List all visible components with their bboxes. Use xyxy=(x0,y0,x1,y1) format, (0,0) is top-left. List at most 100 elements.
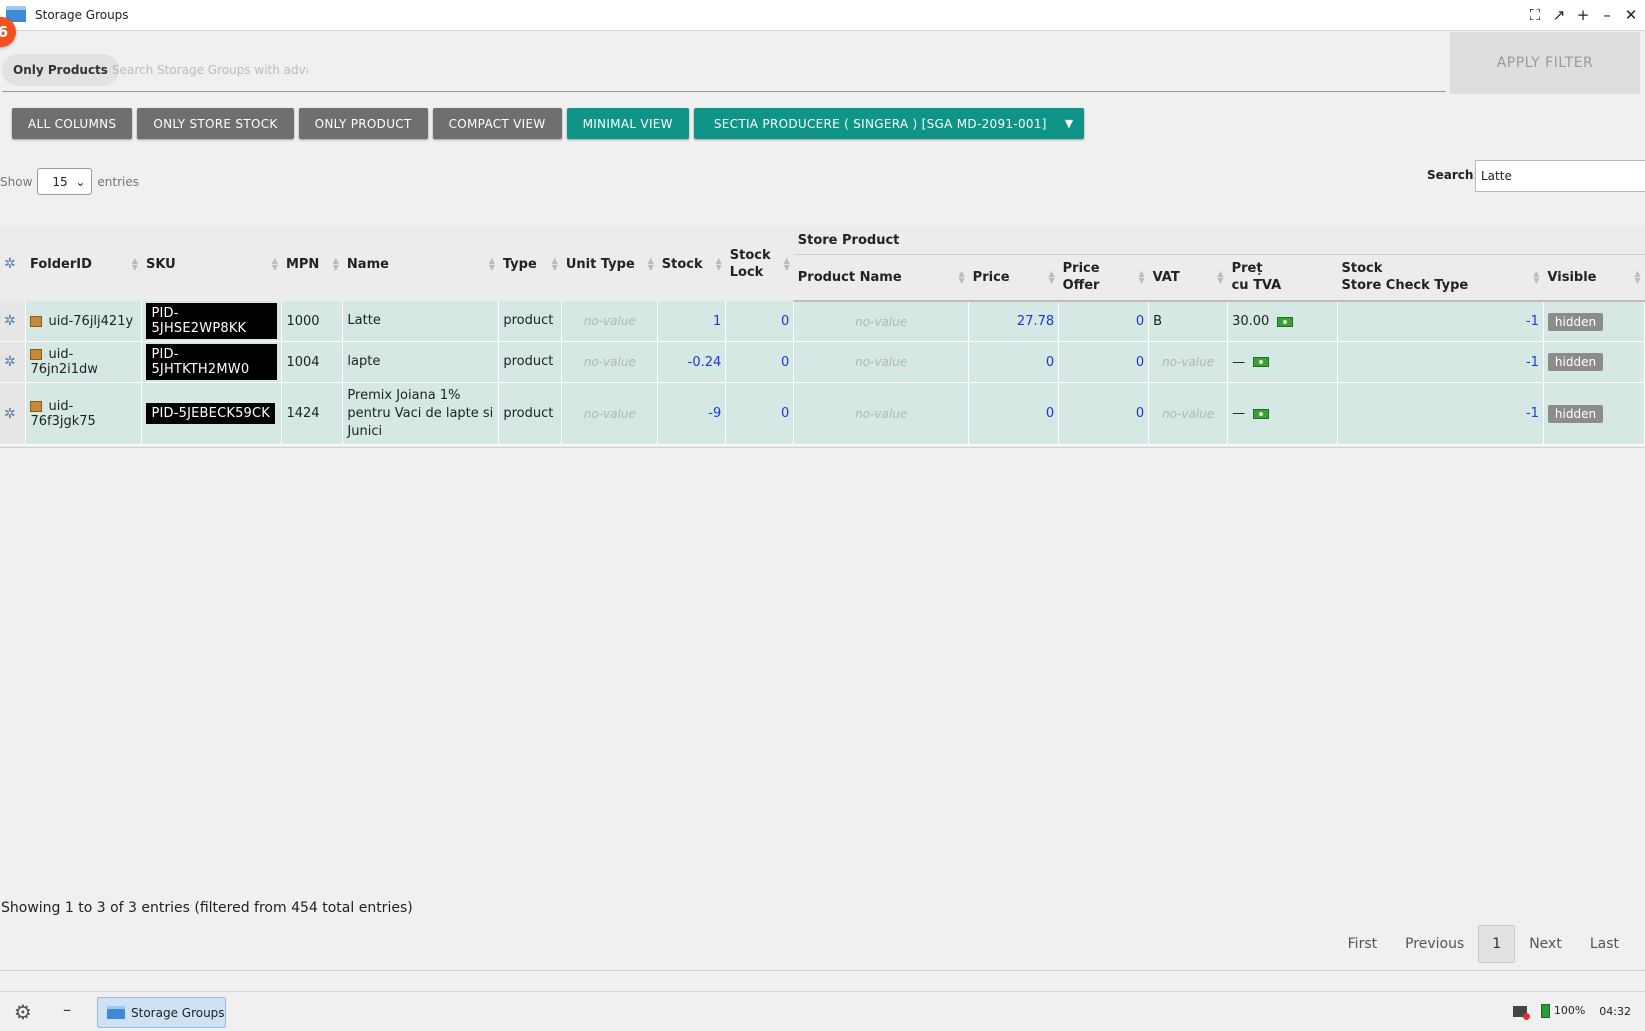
visibility-badge[interactable]: hidden xyxy=(1547,404,1604,423)
battery-icon xyxy=(1540,1004,1550,1018)
stock-cell: 1 xyxy=(657,301,727,342)
type-cell: product xyxy=(498,341,563,383)
battery-status[interactable]: 100% xyxy=(1540,1004,1585,1018)
sort-icon: ▲ ▼ xyxy=(271,256,278,272)
header-product-name[interactable]: Product Name ▲ ▼ xyxy=(793,254,969,302)
popout-icon[interactable]: ↗ xyxy=(1551,4,1567,26)
pret-tva-cell: — xyxy=(1227,382,1339,445)
sort-icon: ▲ ▼ xyxy=(131,256,138,272)
entries-label: entries xyxy=(97,174,139,189)
sku-tag[interactable]: PID-5JHSE2WP8KK xyxy=(146,303,278,339)
table-divider xyxy=(0,447,1645,448)
header-stock-lock[interactable]: Stock Lock ▲ ▼ xyxy=(725,227,794,301)
vat-cell: B xyxy=(1148,301,1229,342)
taskbar: ⚙ – Storage Groups 100% 04:32 xyxy=(0,991,1645,1031)
name-cell: Premix Joiana 1% pentru Vaci de lapte si… xyxy=(342,382,500,445)
package-icon xyxy=(30,315,43,327)
minimal-view-button[interactable]: MINIMAL VIEW xyxy=(566,108,689,139)
sku-tag[interactable]: PID-5JEBECK59CK xyxy=(146,403,276,424)
visibility-badge[interactable]: hidden xyxy=(1547,312,1604,331)
taskbar-item-storage-groups[interactable]: Storage Groups xyxy=(97,997,226,1028)
table-row[interactable]: ✲ uid-76jn2i1dw PID-5JHTKTH2MW0 1004 lap… xyxy=(0,341,1645,383)
sku-cell: PID-5JHSE2WP8KK xyxy=(141,301,283,342)
sku-cell: PID-5JHTKTH2MW0 xyxy=(141,341,283,383)
entries-select[interactable]: 15 ⌄ xyxy=(37,168,93,195)
compact-view-button[interactable]: COMPACT VIEW xyxy=(432,108,562,139)
stock-cell: -0.24 xyxy=(657,341,727,383)
chevron-down-icon: ▼ xyxy=(1064,117,1074,130)
page-last[interactable]: Last xyxy=(1576,925,1633,963)
mpn-cell: 1424 xyxy=(281,382,344,445)
minimize-icon[interactable]: – xyxy=(1599,4,1615,26)
filter-bar: Only Products APPLY FILTER xyxy=(0,31,1645,94)
table-row[interactable]: ✲ uid-76f3jgk75 PID-5JEBECK59CK 1424 Pre… xyxy=(0,382,1645,445)
page-next[interactable]: Next xyxy=(1515,925,1576,963)
store-check-cell: -1 xyxy=(1337,341,1544,383)
fullscreen-icon[interactable]: ⛶ xyxy=(1527,4,1543,26)
show-entries: Show 15 ⌄ entries xyxy=(0,168,139,195)
folder-cell: uid-76f3jgk75 xyxy=(25,382,143,445)
header-stock[interactable]: Stock ▲ ▼ xyxy=(657,227,726,301)
row-settings[interactable]: ✲ xyxy=(0,382,27,445)
plus-icon[interactable]: + xyxy=(1575,4,1591,26)
chevron-down-icon: ⌄ xyxy=(75,174,86,189)
header-price-offer[interactable]: Price Offer ▲ ▼ xyxy=(1058,254,1149,302)
sort-icon: ▲ ▼ xyxy=(647,256,654,272)
table-info: Showing 1 to 3 of 3 entries (filtered fr… xyxy=(1,900,413,916)
gear-icon: ✲ xyxy=(4,255,16,272)
header-vat[interactable]: VAT ▲ ▼ xyxy=(1148,254,1228,302)
table-row[interactable]: ✲ uid-76jlj421y PID-5JHSE2WP8KK 1000 Lat… xyxy=(0,301,1645,342)
header-price[interactable]: Price ▲ ▼ xyxy=(968,254,1059,302)
page-current[interactable]: 1 xyxy=(1478,925,1516,963)
header-settings[interactable]: ✲ xyxy=(0,227,26,301)
row-settings[interactable]: ✲ xyxy=(0,301,27,342)
price-offer-cell: 0 xyxy=(1058,301,1150,342)
store-select-button[interactable]: SECTIA PRODUCERE ( SINGERA ) [SGA MD-209… xyxy=(693,108,1084,139)
folder-cell: uid-76jlj421y xyxy=(25,301,143,342)
sku-cell: PID-5JEBECK59CK xyxy=(141,382,283,445)
stock-lock-cell: 0 xyxy=(725,341,795,383)
entries-value: 15 xyxy=(52,174,68,189)
cash-icon xyxy=(1253,408,1270,419)
page-first[interactable]: First xyxy=(1334,925,1391,963)
only-products-chip[interactable]: Only Products xyxy=(2,54,119,86)
footer-divider xyxy=(0,970,1645,971)
name-cell: Latte xyxy=(342,301,500,342)
only-store-stock-button[interactable]: ONLY STORE STOCK xyxy=(137,108,294,139)
title-bar: Storage Groups ⛶ ↗ + – ✕ xyxy=(0,0,1645,31)
sort-icon: ▲ ▼ xyxy=(1634,269,1641,286)
sort-icon: ▲ ▼ xyxy=(551,256,558,272)
header-sku[interactable]: SKU ▲ ▼ xyxy=(141,227,282,301)
advanced-search-input[interactable] xyxy=(110,56,310,84)
header-mpn[interactable]: MPN ▲ ▼ xyxy=(281,227,343,301)
sku-tag[interactable]: PID-5JHTKTH2MW0 xyxy=(146,344,278,380)
folder-cell: uid-76jn2i1dw xyxy=(25,341,143,383)
search-input[interactable] xyxy=(1475,160,1645,192)
header-type[interactable]: Type ▲ ▼ xyxy=(498,227,562,301)
sort-icon: ▲ ▼ xyxy=(1533,269,1540,286)
minimize-all-icon[interactable]: – xyxy=(63,1000,71,1019)
storage-groups-table: ✲ FolderID ▲ ▼ SKU ▲ ▼ MPN ▲ ▼ Name ▲ ▼ Type ▲ ▼ U… xyxy=(0,227,1645,445)
header-store-check-type[interactable]: Stock Store Check Type ▲ ▼ xyxy=(1337,254,1544,302)
pret-tva-cell: — xyxy=(1227,341,1339,383)
pagination: First Previous 1 Next Last xyxy=(1334,925,1633,963)
header-folderid[interactable]: FolderID ▲ ▼ xyxy=(25,227,142,301)
header-name[interactable]: Name ▲ ▼ xyxy=(342,227,499,301)
all-columns-button[interactable]: ALL COLUMNS xyxy=(12,108,133,139)
apply-filter-button[interactable]: APPLY FILTER xyxy=(1450,32,1640,94)
only-product-button[interactable]: ONLY PRODUCT xyxy=(298,108,428,139)
header-visible[interactable]: Visible ▲ ▼ xyxy=(1543,254,1645,302)
gear-icon[interactable]: ⚙ xyxy=(14,1000,32,1024)
visible-cell: hidden xyxy=(1543,341,1645,383)
row-settings[interactable]: ✲ xyxy=(0,341,27,383)
clock[interactable]: 04:32 xyxy=(1599,1005,1631,1018)
search-underline xyxy=(2,91,1446,92)
header-pret-cu-tva[interactable]: Preț cu TVA xyxy=(1227,254,1338,302)
visibility-badge[interactable]: hidden xyxy=(1547,353,1604,371)
sort-icon: ▲ ▼ xyxy=(1048,269,1055,286)
sort-icon: ▲ ▼ xyxy=(715,256,722,272)
network-icon[interactable] xyxy=(1512,1005,1530,1020)
close-icon[interactable]: ✕ xyxy=(1623,4,1639,26)
header-unit-type[interactable]: Unit Type ▲ ▼ xyxy=(561,227,658,301)
page-previous[interactable]: Previous xyxy=(1391,925,1478,963)
